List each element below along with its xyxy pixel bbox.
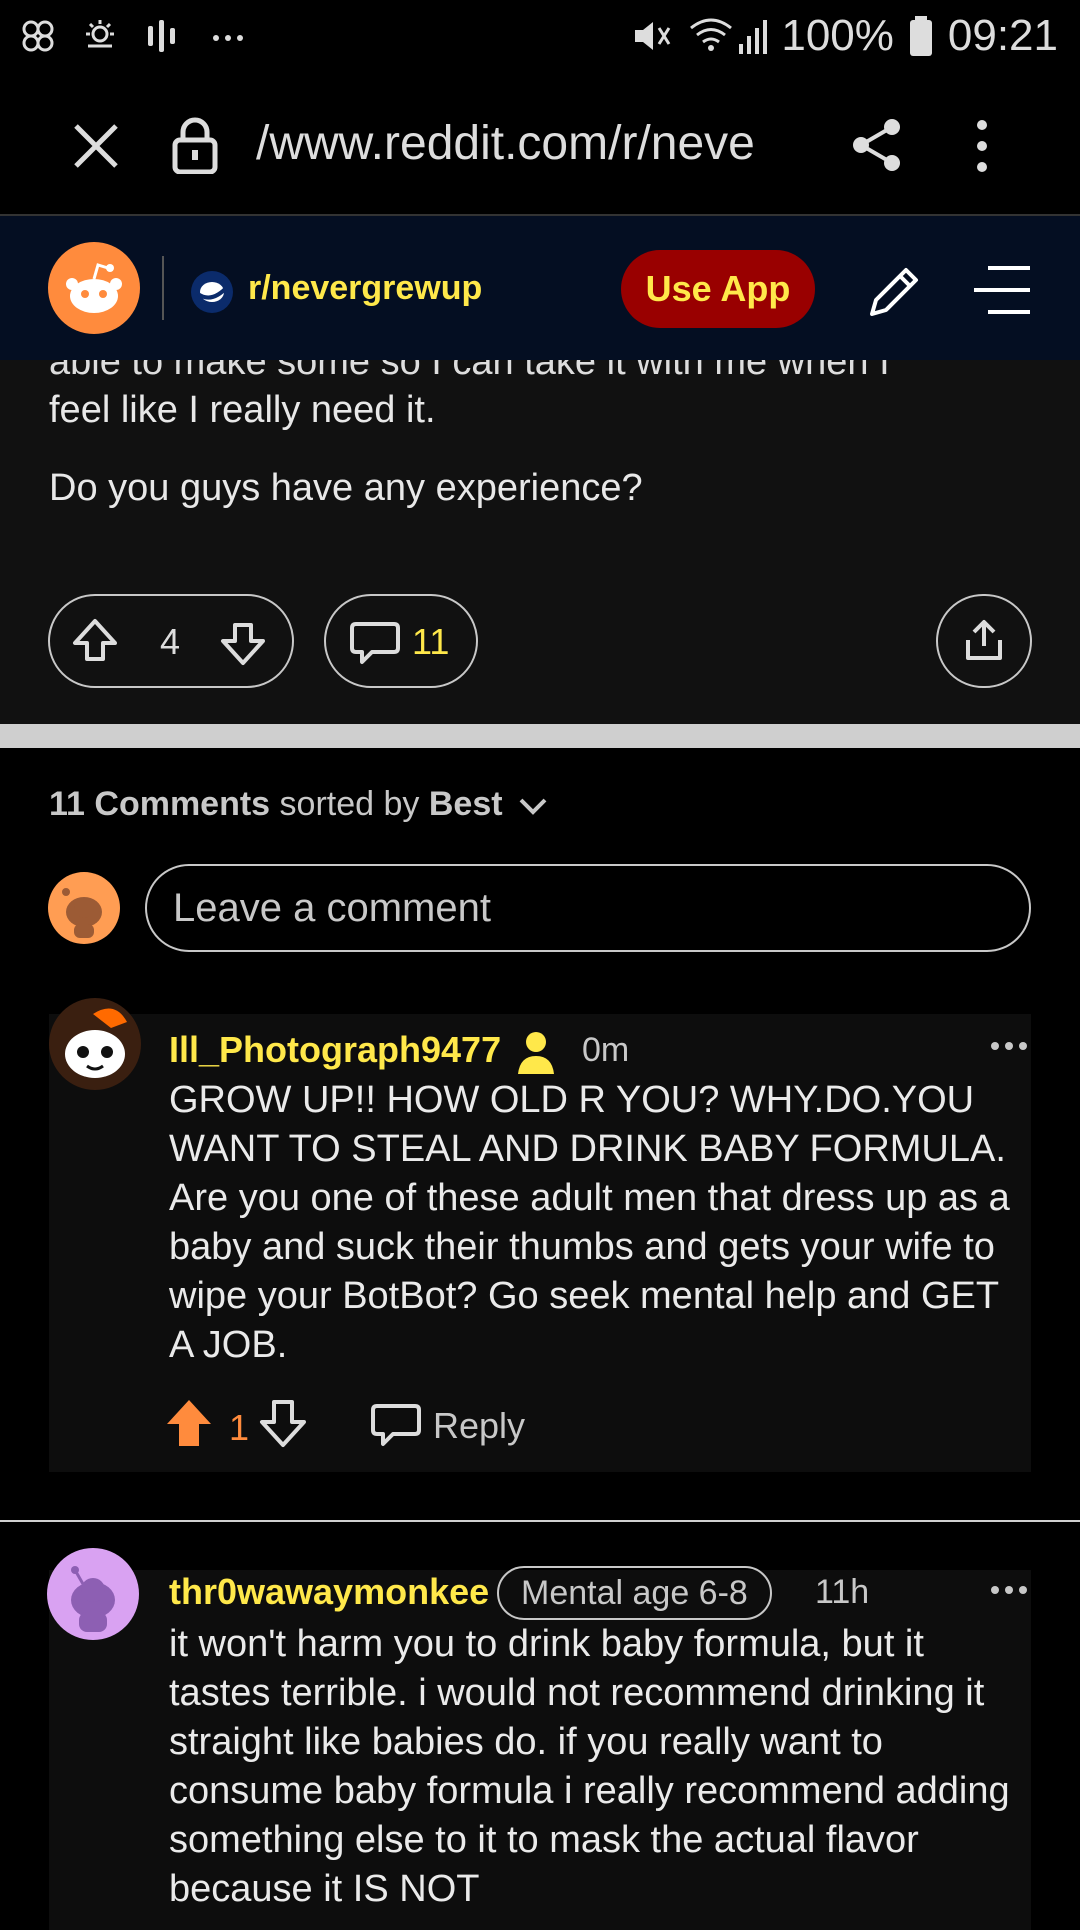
- upload-share-icon: [966, 620, 1002, 660]
- commenter-avatar[interactable]: [47, 1548, 139, 1640]
- vote-count: 4: [160, 621, 181, 662]
- reply-button[interactable]: Reply: [433, 1404, 525, 1448]
- comment-input[interactable]: [145, 864, 1031, 952]
- user-avatar[interactable]: [48, 872, 120, 944]
- sort-value[interactable]: Best: [429, 785, 503, 823]
- comments-sort-bar[interactable]: 11 Comments sorted by Best: [49, 784, 548, 824]
- comments-section: 11 Comments sorted by Best Ill_Photograp…: [0, 748, 1080, 1930]
- more-options-icon[interactable]: [989, 1582, 1029, 1598]
- reddit-logo-icon[interactable]: [48, 242, 140, 334]
- reddit-header: r/nevergrewup Use App: [0, 216, 1080, 360]
- comment-bubble-icon: [350, 622, 400, 664]
- browser-menu-icon[interactable]: [968, 118, 996, 174]
- commenter-avatar[interactable]: [47, 996, 143, 1092]
- subreddit-name[interactable]: r/nevergrewup: [248, 264, 482, 312]
- post-paragraph: feel like I really need it.: [49, 389, 436, 431]
- share-icon[interactable]: [852, 118, 902, 172]
- battery-icon: [909, 16, 932, 56]
- url-bar[interactable]: /www.reddit.com/r/neve: [256, 114, 816, 174]
- upvoted-arrow-icon[interactable]: [165, 1398, 213, 1448]
- post-paragraph: Do you guys have any experience?: [49, 467, 643, 509]
- mute-icon: [635, 22, 671, 50]
- more-options-icon[interactable]: [989, 1038, 1029, 1054]
- header-divider: [162, 256, 164, 320]
- op-user-icon: [518, 1032, 554, 1074]
- comment: thr0wawaymonkee Mental age 6-8 11h it wo…: [47, 1548, 1031, 1930]
- reply-bubble-icon[interactable]: [371, 1402, 421, 1448]
- user-flair: Mental age 6-8: [497, 1566, 772, 1620]
- comment-time: 11h: [815, 1573, 870, 1611]
- edit-pencil-icon[interactable]: [864, 262, 924, 322]
- wifi-signal-icon: [690, 18, 768, 54]
- downvote-icon[interactable]: [259, 1398, 307, 1448]
- comment-count: 11: [412, 621, 450, 662]
- notification-icons: [18, 14, 252, 58]
- upvote-icon[interactable]: [70, 616, 120, 666]
- vote-control: 4: [48, 594, 294, 688]
- browser-toolbar: /www.reddit.com/r/neve: [0, 72, 1080, 216]
- close-tab-icon[interactable]: [70, 120, 122, 172]
- comment-body: GROW UP!! HOW OLD R YOU? WHY.DO.YOU WANT…: [169, 1079, 1010, 1366]
- use-app-button[interactable]: Use App: [621, 250, 815, 328]
- sorted-by-label: sorted by: [279, 785, 420, 823]
- clock: 09:21: [947, 11, 1058, 60]
- downvote-icon[interactable]: [218, 618, 268, 668]
- weather-icon: [86, 20, 114, 48]
- more-notifications-icon: [213, 35, 243, 41]
- comments-button[interactable]: 11: [324, 594, 478, 688]
- status-bar: 100% 09:21: [0, 0, 1080, 72]
- comment-separator: [0, 1520, 1080, 1522]
- sound-level-icon: [148, 20, 175, 52]
- pinwheel-icon: [22, 20, 54, 52]
- subreddit-icon[interactable]: [190, 270, 234, 314]
- comment-time: 0m: [582, 1031, 630, 1069]
- section-divider: [0, 724, 1080, 748]
- hamburger-menu-icon[interactable]: [972, 264, 1032, 316]
- post-content: able to make some so I can take it with …: [0, 360, 1080, 724]
- comments-count-label: 11 Comments: [49, 785, 271, 823]
- comment-body: it won't harm you to drink baby formula,…: [169, 1623, 1010, 1910]
- comment-author[interactable]: thr0wawaymonkee: [169, 1570, 489, 1614]
- chevron-down-icon[interactable]: [518, 794, 548, 818]
- comment: Ill_Photograph9477 0m GROW UP!! HOW OLD …: [49, 998, 1031, 1472]
- comment-author[interactable]: Ill_Photograph9477: [169, 1028, 501, 1072]
- battery-percent: 100%: [781, 11, 894, 60]
- lock-icon[interactable]: [172, 116, 218, 174]
- status-right: 100% 09:21: [629, 6, 1058, 66]
- comment-score: 1: [229, 1407, 250, 1448]
- share-post-button[interactable]: [936, 594, 1032, 688]
